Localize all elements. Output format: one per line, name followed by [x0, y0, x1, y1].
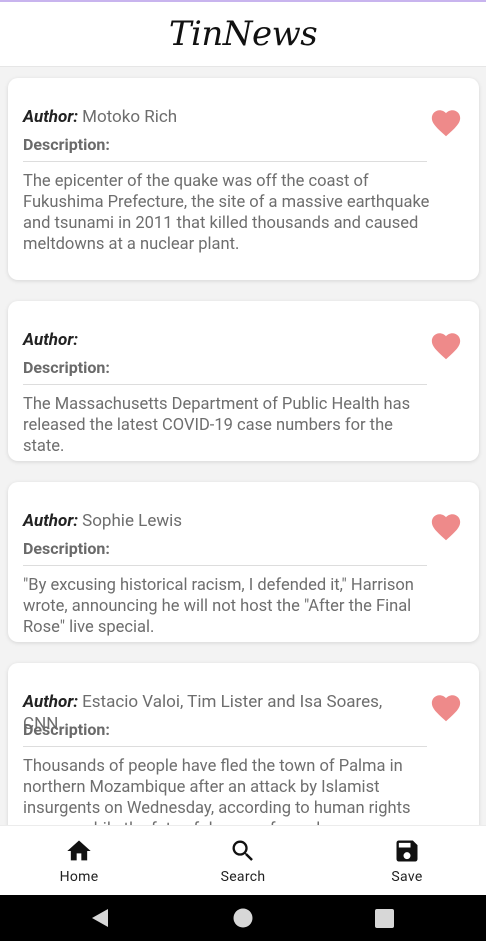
divider	[23, 565, 427, 566]
back-icon[interactable]	[90, 908, 110, 928]
author-label: Author:	[23, 107, 79, 127]
description-label: Description:	[23, 135, 110, 154]
save-icon	[396, 840, 418, 862]
divider	[23, 384, 427, 385]
description-text: Thousands of people have fled the town o…	[23, 757, 411, 825]
author-name: Sophie Lewis	[82, 511, 183, 531]
heart-icon[interactable]	[429, 329, 463, 363]
author-line: Author: Sophie Lewis	[23, 510, 408, 532]
recents-icon[interactable]	[375, 909, 394, 928]
news-card[interactable]: Author: Sophie Lewis Description: "By exc…	[8, 482, 479, 642]
author-label: Author:	[23, 692, 79, 712]
app-bar: TinNews	[0, 2, 486, 67]
nav-search[interactable]: Search	[193, 826, 293, 896]
news-feed[interactable]: Author: Motoko Rich Description: The epic…	[0, 67, 486, 825]
author-label: Author:	[23, 511, 79, 531]
news-card[interactable]: Author: Description: The Massachusetts D…	[8, 301, 479, 461]
system-navigation-bar	[0, 895, 486, 941]
news-card[interactable]: Author: Motoko Rich Description: The epic…	[8, 78, 479, 280]
author-line: Author: Motoko Rich	[23, 106, 408, 128]
news-card[interactable]: Author: Estacio Valoi, Tim Lister and Isa…	[8, 663, 479, 825]
divider	[23, 161, 427, 162]
nav-home-label: Home	[59, 869, 99, 885]
home-circle-icon[interactable]	[233, 908, 253, 928]
search-icon	[232, 840, 253, 861]
description-text: The epicenter of the quake was off the c…	[23, 172, 430, 254]
nav-save-label: Save	[391, 869, 423, 885]
home-icon	[67, 840, 91, 861]
app-title: TinNews	[168, 14, 318, 54]
heart-icon[interactable]	[429, 691, 463, 725]
description-label: Description:	[23, 358, 110, 377]
description-label: Description:	[23, 720, 110, 739]
author-label: Author:	[23, 330, 79, 350]
description-text: "By excusing historical racism, I defend…	[23, 576, 414, 637]
author-name: Motoko Rich	[82, 107, 178, 127]
description-label: Description:	[23, 539, 110, 558]
nav-home[interactable]: Home	[29, 826, 129, 896]
bottom-navigation: Home Search Save	[0, 825, 486, 896]
nav-save[interactable]: Save	[357, 826, 457, 896]
nav-search-label: Search	[220, 869, 266, 885]
heart-icon[interactable]	[429, 106, 463, 140]
author-line: Author:	[23, 329, 408, 351]
divider	[23, 746, 427, 747]
heart-icon[interactable]	[429, 510, 463, 544]
description-text: The Massachusetts Department of Public H…	[23, 395, 411, 456]
